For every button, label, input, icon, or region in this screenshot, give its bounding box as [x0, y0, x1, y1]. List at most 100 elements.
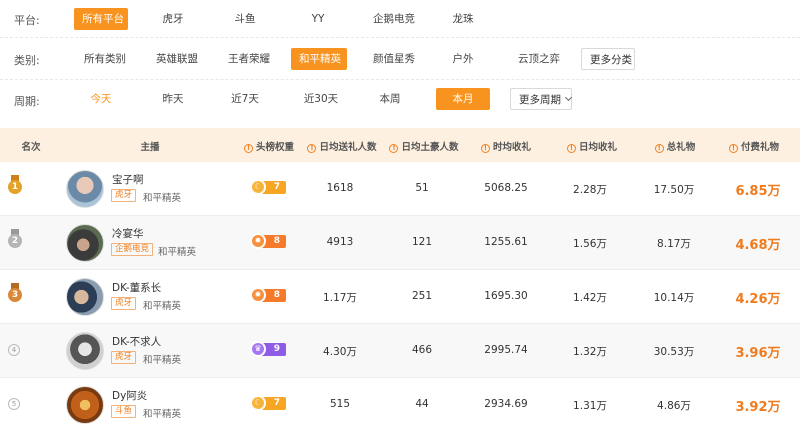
period-filter-label: 周期:	[14, 95, 40, 108]
moon-icon: ☾	[250, 179, 266, 195]
platform-option-egame[interactable]: 企鹅电竞	[363, 8, 425, 30]
daily-tycoons: 251	[411, 290, 433, 302]
header-daily-gift-senders: ! 日均送礼人数	[304, 139, 380, 153]
sun-icon: ✹	[250, 233, 266, 249]
hourly-income: 1695.30	[484, 290, 528, 302]
platform-option-yy[interactable]: YY	[291, 8, 345, 30]
category-option-pubg-mobile[interactable]: 和平精英	[291, 48, 347, 70]
hourly-income: 2934.69	[484, 398, 528, 410]
table-row[interactable]: 4 DK-不求人 虎牙 和平精英 9 ♛ 4.30万 466 2995.74 1.…	[0, 324, 800, 378]
avatar[interactable]	[66, 278, 104, 316]
daily-tycoons: 121	[411, 236, 433, 248]
category-text: 和平精英	[143, 193, 182, 204]
daily-income: 1.32万	[573, 346, 607, 358]
paid-gifts: 4.68万	[735, 238, 781, 253]
info-icon[interactable]: !	[480, 144, 490, 153]
streamer-name[interactable]: DK-不求人	[112, 334, 161, 349]
category-text: 和平精英	[143, 355, 182, 366]
platform-tag: 虎牙	[111, 351, 137, 364]
total-gifts: 10.14万	[653, 292, 695, 304]
streamer-name[interactable]: 宝子啊	[112, 172, 144, 187]
period-option-last-7-days[interactable]: 近7天	[218, 88, 272, 110]
header-total-gifts: ! 总礼物	[652, 139, 698, 153]
period-option-today[interactable]: 今天	[74, 88, 128, 110]
paid-gifts: 3.96万	[735, 346, 781, 361]
daily-tycoons: 44	[415, 398, 429, 410]
daily-income: 2.28万	[573, 184, 607, 196]
hourly-income: 1255.61	[484, 236, 528, 248]
category-option-lol[interactable]: 英雄联盟	[146, 48, 208, 70]
period-filter-row: 周期: 今天 昨天 近7天 近30天 本周 本月 更多周期	[0, 80, 800, 118]
info-icon[interactable]: !	[566, 144, 576, 153]
daily-gift-senders: 4.30万	[323, 346, 357, 358]
category-filter-row: 类别: 所有类别 英雄联盟 王者荣耀 和平精英 颜值星秀 户外 云顶之弈 更多分…	[0, 38, 800, 80]
paid-gifts: 3.92万	[735, 400, 781, 415]
period-option-last-30-days[interactable]: 近30天	[291, 88, 351, 110]
paid-gifts: 6.85万	[735, 184, 781, 199]
category-text: 和平精英	[143, 301, 182, 312]
streamer-name[interactable]: Dy阿炎	[112, 388, 147, 403]
info-icon[interactable]: !	[307, 144, 317, 153]
platform-option-douyu[interactable]: 斗鱼	[218, 8, 272, 30]
weight-badge: 8 ✹	[250, 287, 286, 303]
silver-medal-icon: 2	[8, 229, 22, 252]
category-option-beauty-show[interactable]: 颜值星秀	[363, 48, 425, 70]
platform-tag: 虎牙	[111, 297, 137, 310]
sun-icon: ✹	[250, 287, 266, 303]
daily-tycoons: 51	[415, 182, 429, 194]
header-daily-tycoons: ! 日均土豪人数	[386, 139, 462, 153]
weight-badge: 7 ☾	[250, 179, 286, 195]
platform-tag: 虎牙	[111, 189, 137, 202]
info-icon[interactable]: !	[243, 144, 253, 153]
rank-number: 4	[8, 344, 20, 356]
category-option-all[interactable]: 所有类别	[74, 48, 136, 70]
paid-gifts: 4.26万	[735, 292, 781, 307]
period-option-this-week[interactable]: 本周	[363, 88, 417, 110]
platform-option-longzhu[interactable]: 龙珠	[436, 8, 490, 30]
daily-tycoons: 466	[411, 344, 433, 356]
table-row[interactable]: 1 宝子啊 虎牙 和平精英 7 ☾ 1618 51 5068.25 2.28万 1…	[0, 162, 800, 216]
total-gifts: 17.50万	[653, 184, 695, 196]
avatar[interactable]	[66, 386, 104, 424]
platform-tag: 斗鱼	[111, 405, 137, 418]
period-option-this-month[interactable]: 本月	[436, 88, 490, 110]
chevron-down-icon	[564, 93, 573, 102]
avatar[interactable]	[66, 170, 104, 208]
streamer-name[interactable]: DK-董系长	[112, 280, 161, 295]
weight-badge: 7 ☾	[250, 395, 286, 411]
table-row[interactable]: 2 冷宴华 企鹅电竞 和平精英 8 ✹ 4913 121 1255.61 1.56…	[0, 216, 800, 270]
header-daily-income: ! 日均收礼	[564, 139, 620, 153]
weight-badge: 9 ♛	[250, 341, 286, 357]
table-row[interactable]: 3 DK-董系长 虎牙 和平精英 8 ✹ 1.17万 251 1695.30 1.…	[0, 270, 800, 324]
info-icon[interactable]: !	[654, 144, 664, 153]
daily-gift-senders: 515	[329, 398, 351, 410]
platform-option-all[interactable]: 所有平台	[74, 8, 128, 30]
bronze-medal-icon: 3	[8, 283, 22, 306]
daily-gift-senders: 1.17万	[323, 292, 357, 304]
platform-option-huya[interactable]: 虎牙	[146, 8, 200, 30]
category-option-outdoor[interactable]: 户外	[436, 48, 490, 70]
more-categories-button[interactable]: 更多分类	[581, 48, 635, 70]
info-icon[interactable]: !	[728, 144, 738, 153]
category-text: 和平精英	[143, 409, 182, 420]
category-filter-label: 类别:	[14, 54, 40, 67]
daily-income: 1.56万	[573, 238, 607, 250]
header-head-weight: ! 头榜权重	[238, 139, 300, 153]
category-option-tft[interactable]: 云顶之弈	[508, 48, 570, 70]
daily-income: 1.42万	[573, 292, 607, 304]
streamer-name[interactable]: 冷宴华	[112, 226, 144, 241]
avatar[interactable]	[66, 224, 104, 262]
platform-filter-label: 平台:	[14, 14, 40, 27]
rank-number: 5	[8, 398, 20, 410]
total-gifts: 8.17万	[657, 238, 691, 250]
info-icon[interactable]: !	[389, 144, 399, 153]
table-row[interactable]: 5 Dy阿炎 斗鱼 和平精英 7 ☾ 515 44 2934.69 1.31万 4…	[0, 378, 800, 432]
more-periods-dropdown[interactable]: 更多周期	[510, 88, 573, 110]
category-option-honor-of-kings[interactable]: 王者荣耀	[218, 48, 280, 70]
hourly-income: 2995.74	[484, 344, 528, 356]
header-streamer: 主播	[140, 142, 160, 153]
avatar[interactable]	[66, 332, 104, 370]
period-option-yesterday[interactable]: 昨天	[146, 88, 200, 110]
daily-gift-senders: 4913	[326, 236, 354, 248]
platform-tag: 企鹅电竞	[111, 243, 154, 256]
